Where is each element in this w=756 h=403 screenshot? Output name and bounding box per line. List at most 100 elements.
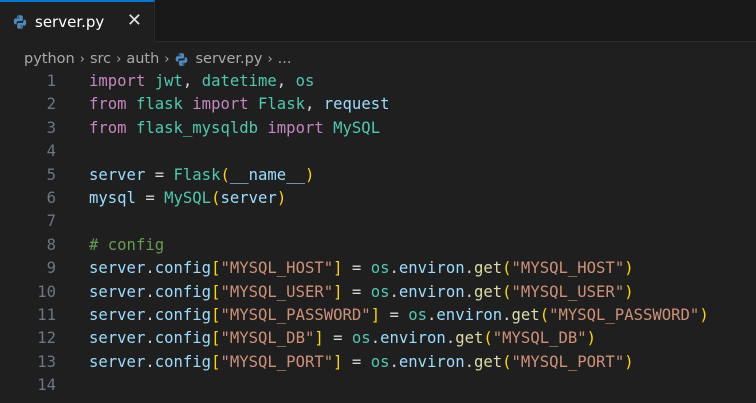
code-token: . (445, 329, 456, 348)
close-icon[interactable]: ✕ (127, 10, 142, 32)
breadcrumb-item-server-py[interactable]: server.py (195, 51, 262, 67)
code-token: = (342, 352, 371, 371)
code-token: ( (502, 352, 512, 371)
code-token: ) (624, 282, 634, 301)
code-token: . (145, 282, 155, 301)
code-token: environ (380, 329, 446, 348)
code-line[interactable]: 9 server.config["MYSQL_HOST"] = os.enviro… (0, 257, 756, 280)
code-editor[interactable]: 1 import jwt, datetime, os 2 from flask imp… (0, 70, 756, 397)
code-token: "MYSQL_PASSWORD" (220, 305, 371, 324)
line-number: 14 (37, 376, 56, 395)
breadcrumb-item-symbols[interactable]: ... (278, 51, 292, 67)
code-token: , (182, 72, 202, 90)
code-token: os (370, 259, 390, 278)
line-number: 1 (46, 72, 56, 90)
code-token: request (323, 95, 390, 114)
code-token: Flask (173, 165, 221, 184)
code-token: = (145, 165, 174, 184)
code-line[interactable]: 7 (0, 210, 756, 233)
code-token: "MYSQL_DB" (220, 329, 315, 348)
code-token: ) (624, 259, 634, 278)
code-line[interactable]: 4 (0, 140, 756, 163)
python-icon (12, 14, 28, 30)
code-token: os (351, 329, 371, 348)
code-token: . (145, 352, 155, 371)
tab-server-py[interactable]: server.py ✕ (0, 0, 155, 42)
code-token: "MYSQL_PORT" (511, 352, 625, 371)
breadcrumb-item-python[interactable]: python (24, 51, 75, 67)
code-token: flask (135, 95, 183, 114)
line-code: server.config["MYSQL_PASSWORD"] = os.env… (89, 304, 709, 327)
line-number: 2 (46, 95, 56, 114)
code-line[interactable]: 3 from flask_mysqldb import MySQL (0, 117, 756, 140)
line-code: from flask import Flask, request (89, 93, 389, 116)
code-token: ) (586, 329, 597, 348)
code-token: ] (333, 282, 343, 301)
breadcrumb-item-src[interactable]: src (90, 51, 111, 67)
code-line[interactable]: 11 server.config["MYSQL_PASSWORD"] = os.e… (0, 304, 756, 327)
code-token: import (267, 118, 324, 137)
code-token: __name__ (229, 165, 305, 184)
code-token: get (473, 259, 503, 278)
code-token: "MYSQL_HOST" (220, 259, 334, 278)
code-token: datetime (201, 72, 277, 90)
code-token: os (408, 305, 428, 324)
code-token: ] (333, 259, 343, 278)
line-code: from flask_mysqldb import MySQL (89, 117, 380, 140)
code-token: . (389, 282, 399, 301)
code-token: . (389, 259, 399, 278)
code-token: get (511, 305, 540, 324)
code-token: server (89, 282, 146, 301)
code-token: ] (314, 329, 324, 348)
line-number: 11 (37, 305, 56, 324)
code-token: config (154, 282, 212, 301)
code-line[interactable]: 8 # config (0, 234, 756, 257)
code-token: from (89, 118, 127, 137)
code-line[interactable]: 14 (0, 374, 756, 397)
code-token: "MYSQL_USER" (220, 282, 334, 301)
code-line[interactable]: 1 import jwt, datetime, os (0, 70, 756, 93)
code-token: ) (699, 305, 709, 324)
line-number: 4 (46, 142, 56, 161)
code-token: server (89, 165, 146, 184)
code-token: ) (304, 165, 315, 184)
breadcrumb-item-auth[interactable]: auth (126, 51, 159, 67)
breadcrumb: python › src › auth › server.py › ... (24, 48, 291, 70)
code-token: ) (276, 188, 287, 207)
line-number: 6 (46, 188, 56, 207)
code-token: . (389, 352, 399, 371)
line-code: import jwt, datetime, os (89, 70, 314, 93)
chevron-right-icon: › (164, 51, 170, 67)
line-number: 8 (46, 235, 56, 254)
code-token: config (154, 305, 212, 324)
code-token: # config (89, 235, 165, 254)
code-token: = (342, 259, 371, 278)
code-token: ] (370, 305, 381, 324)
code-token: get (473, 352, 503, 371)
code-token: ( (502, 282, 512, 301)
code-line[interactable]: 13 server.config["MYSQL_PORT"] = os.envir… (0, 351, 756, 374)
code-token: = (342, 282, 371, 301)
code-token: environ (398, 282, 465, 301)
code-line[interactable]: 10 server.config["MYSQL_USER"] = os.envir… (0, 281, 756, 304)
code-token: Flask (258, 95, 305, 114)
code-token: from (89, 95, 127, 114)
code-line[interactable]: 5 server = Flask(__name__) (0, 164, 756, 187)
code-token: "MYSQL_PORT" (220, 352, 334, 371)
line-code: mysql = MySQL(server) (89, 187, 286, 210)
code-line[interactable]: 12 server.config["MYSQL_DB"] = os.environ… (0, 327, 756, 350)
code-line[interactable]: 6 mysql = MySQL(server) (0, 187, 756, 210)
code-token: import (89, 72, 146, 90)
code-token: ) (624, 352, 634, 371)
line-number: 3 (46, 118, 56, 137)
code-token: = (135, 188, 165, 207)
code-line[interactable]: 2 from flask import Flask, request (0, 93, 756, 116)
code-token: ] (333, 352, 343, 371)
code-token: server (89, 305, 146, 324)
code-token: config (154, 259, 212, 278)
code-token: config (154, 329, 212, 348)
code-token: "MYSQL_PASSWORD" (549, 305, 700, 324)
